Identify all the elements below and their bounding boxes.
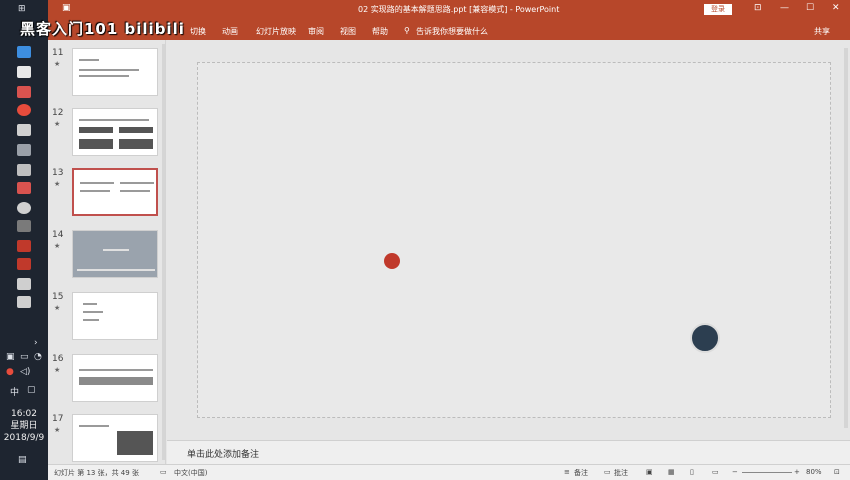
animation-star-icon: ★ xyxy=(54,426,61,434)
tab-slideshow[interactable]: 幻灯片放映 xyxy=(256,26,296,37)
slide-preview[interactable] xyxy=(72,414,158,462)
clock-weekday[interactable]: 星期日 xyxy=(0,420,48,432)
taskbar-app-icon[interactable] xyxy=(17,182,31,194)
slide-editing-area[interactable] xyxy=(167,40,850,440)
slideshow-view-icon[interactable]: ▭ xyxy=(712,468,719,476)
animation-star-icon: ★ xyxy=(54,304,61,312)
slide-thumbnail[interactable]: 12 ★ xyxy=(48,104,165,164)
status-bar: 幻灯片 第 13 张，共 49 张 ▭ 中文(中国) ≡ 备注 ▭ 批注 ▣ ▦… xyxy=(48,464,850,480)
taskbar-app-icon[interactable] xyxy=(17,164,31,176)
slide-preview[interactable] xyxy=(72,168,158,216)
action-center-icon[interactable]: ▤ xyxy=(18,455,27,465)
tab-view[interactable]: 视图 xyxy=(340,26,356,37)
current-slide-canvas[interactable] xyxy=(197,62,831,418)
taskbar-app-icon[interactable] xyxy=(17,278,31,290)
slide-number: 13 xyxy=(52,168,64,178)
normal-view-icon[interactable]: ▣ xyxy=(646,468,653,476)
language-indicator[interactable]: 中文(中国) xyxy=(174,468,207,478)
tell-me-search[interactable]: 告诉我你想要做什么 xyxy=(416,26,488,37)
slide-scrollbar[interactable] xyxy=(844,48,848,428)
battery-icon[interactable]: ▭ xyxy=(20,352,29,362)
wifi-icon[interactable]: ◔ xyxy=(34,352,42,362)
share-button[interactable]: 共享 xyxy=(814,26,830,37)
taskbar-app-icon[interactable] xyxy=(17,124,31,136)
animation-star-icon: ★ xyxy=(54,120,61,128)
tab-review[interactable]: 审阅 xyxy=(308,26,324,37)
slide-thumbnail[interactable]: 15 ★ xyxy=(48,288,165,348)
slide-number: 11 xyxy=(52,48,64,58)
show-hidden-icons-chevron-icon[interactable]: › xyxy=(34,338,38,348)
spellcheck-icon[interactable]: ▭ xyxy=(160,468,167,476)
ribbon-display-options-icon[interactable]: ⊡ xyxy=(754,3,762,13)
close-icon[interactable]: ✕ xyxy=(832,3,840,13)
taskbar-app-icon[interactable] xyxy=(17,144,31,156)
save-icon[interactable]: ▣ xyxy=(62,3,71,13)
slide-number: 14 xyxy=(52,230,64,240)
slide-number: 15 xyxy=(52,292,64,302)
zoom-out-icon[interactable]: − xyxy=(732,468,738,476)
ime-indicator[interactable]: 中 xyxy=(10,385,19,398)
clock-time[interactable]: 16:02 xyxy=(0,408,48,420)
security-icon[interactable]: ● xyxy=(6,367,14,377)
minimize-icon[interactable]: — xyxy=(780,3,789,13)
network-icon[interactable]: ▣ xyxy=(6,352,15,362)
taskbar-app-icon[interactable] xyxy=(17,104,31,116)
slide-thumbnail[interactable]: 11 ★ xyxy=(48,44,165,104)
taskbar-app-icon[interactable] xyxy=(17,202,31,214)
comments-icon[interactable]: ▭ xyxy=(604,468,611,476)
taskbar-app-icon[interactable] xyxy=(17,240,31,252)
zoom-slider[interactable] xyxy=(742,472,792,473)
slide-number: 17 xyxy=(52,414,64,424)
ime-mode-icon[interactable]: ▢ xyxy=(27,385,36,395)
notes-pane[interactable]: 单击此处添加备注 xyxy=(167,440,850,464)
slide-preview[interactable] xyxy=(72,108,158,156)
slide-thumbnail[interactable]: 17 ★ xyxy=(48,410,165,464)
animation-star-icon: ★ xyxy=(54,242,61,250)
slide-number: 12 xyxy=(52,108,64,118)
tab-animations[interactable]: 动画 xyxy=(222,26,238,37)
taskbar-app-icon[interactable] xyxy=(17,296,31,308)
windows-taskbar: ⊞ › ▣ ▭ ◔ ● ◁) 中 ▢ 16:02 星期日 2018/9/9 ▤ xyxy=(0,0,48,480)
thumbnail-scrollbar[interactable] xyxy=(162,44,165,460)
slide-preview[interactable] xyxy=(72,292,158,340)
slide-preview[interactable] xyxy=(72,354,158,402)
powerpoint-taskbar-icon[interactable] xyxy=(17,258,31,270)
animation-star-icon: ★ xyxy=(54,60,61,68)
windows-start-icon[interactable]: ⊞ xyxy=(18,4,26,14)
slide-number: 16 xyxy=(52,354,64,364)
tab-help[interactable]: 帮助 xyxy=(372,26,388,37)
notes-toggle-button[interactable]: 备注 xyxy=(574,468,588,478)
taskbar-app-icon[interactable] xyxy=(17,86,31,98)
login-button[interactable]: 登录 xyxy=(704,4,732,15)
animation-star-icon: ★ xyxy=(54,180,61,188)
watermark: 黑客入门101 bilibili xyxy=(20,20,185,38)
taskbar-app-icon[interactable] xyxy=(17,46,31,58)
slide-thumbnail[interactable]: 16 ★ xyxy=(48,350,165,410)
taskbar-app-icon[interactable] xyxy=(17,66,31,78)
reading-view-icon[interactable]: ▯ xyxy=(690,468,694,476)
zoom-in-icon[interactable]: + xyxy=(794,468,800,476)
comments-toggle-button[interactable]: 批注 xyxy=(614,468,628,478)
window-title: 02 实现路的基本解题思路.ppt [兼容模式] - PowerPoint xyxy=(358,5,560,14)
red-circle-shape[interactable] xyxy=(384,253,400,269)
tab-transitions[interactable]: 切换 xyxy=(190,26,206,37)
taskbar-app-icon[interactable] xyxy=(17,220,31,232)
volume-icon[interactable]: ◁) xyxy=(20,367,30,377)
slide-preview[interactable] xyxy=(72,48,158,96)
notes-icon[interactable]: ≡ xyxy=(564,468,570,476)
animation-star-icon: ★ xyxy=(54,366,61,374)
search-icon[interactable]: ⚲ xyxy=(404,26,410,35)
slide-counter: 幻灯片 第 13 张，共 49 张 xyxy=(54,469,139,477)
slide-thumbnail[interactable]: 14 ★ xyxy=(48,226,165,286)
clock-date[interactable]: 2018/9/9 xyxy=(0,432,48,444)
fit-to-window-icon[interactable]: ⊡ xyxy=(834,468,840,476)
slide-thumbnail-pane[interactable]: 11 ★ 12 ★ 13 ★ 14 ★ 15 ★ 16 ★ 17 ★ xyxy=(48,40,166,464)
zoom-level[interactable]: 80% xyxy=(806,468,822,476)
slide-preview[interactable] xyxy=(72,230,158,278)
maximize-icon[interactable]: ☐ xyxy=(806,3,814,13)
notes-placeholder[interactable]: 单击此处添加备注 xyxy=(187,447,259,460)
slide-sorter-icon[interactable]: ▦ xyxy=(668,468,675,476)
slide-thumbnail-selected[interactable]: 13 ★ xyxy=(48,164,165,224)
globe-icon[interactable] xyxy=(690,323,720,353)
